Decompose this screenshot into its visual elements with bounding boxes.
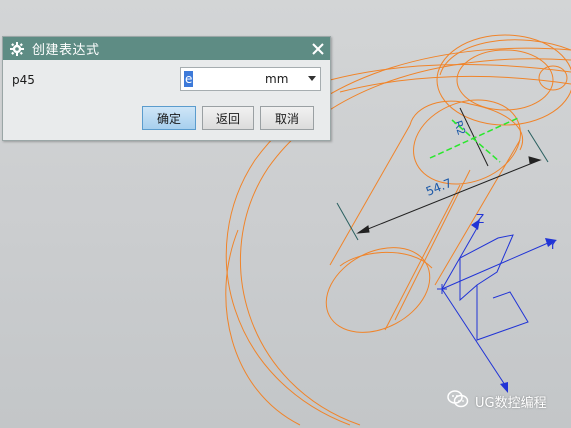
dimension-line-radius (459, 107, 489, 167)
top-arc (329, 63, 571, 81)
ok-button[interactable]: 确定 (142, 106, 196, 130)
csys-zigzag-2 (459, 258, 478, 302)
expression-field[interactable]: e mm (180, 67, 321, 91)
back-button[interactable]: 返回 (202, 106, 254, 130)
parameter-name-label: p45 (12, 73, 35, 87)
slot-left-edge (329, 124, 411, 266)
centerline-horizontal (429, 117, 519, 159)
z-axis-label: Z (476, 212, 484, 226)
unit-select[interactable]: mm (265, 72, 288, 86)
watermark: UG数控编程 (447, 389, 547, 413)
centerline-vertical (451, 119, 501, 163)
expression-row: p45 e mm (3, 67, 330, 93)
x-axis-line (441, 288, 506, 386)
cancel-button[interactable]: 取消 (260, 106, 314, 130)
slot-top-arc-2 (469, 103, 523, 151)
dialog-titlebar[interactable]: 创建表达式 (3, 37, 330, 60)
dimension-length-label: 54.7 (424, 176, 454, 199)
chevron-down-icon[interactable] (308, 76, 316, 81)
lower-left-arc (225, 229, 301, 426)
top-arc-2 (339, 75, 571, 93)
y-axis-line (441, 242, 549, 290)
chat-icon (447, 389, 469, 413)
dimension-line-length (357, 159, 541, 234)
expression-input[interactable]: e (184, 71, 194, 87)
dim-arrow-2 (528, 156, 542, 164)
create-expression-dialog: 创建表达式 p45 e mm 确定 返回 取消 (2, 36, 331, 141)
csys-zigzag (459, 234, 529, 341)
dialog-title: 创建表达式 (32, 43, 100, 58)
dim-arrow-1 (356, 225, 370, 234)
slot-bottom-end (325, 247, 431, 333)
y-axis-label: Y (548, 238, 557, 252)
gear-icon[interactable] (6, 41, 28, 56)
close-icon[interactable] (309, 40, 326, 57)
watermark-text: UG数控编程 (475, 395, 547, 411)
